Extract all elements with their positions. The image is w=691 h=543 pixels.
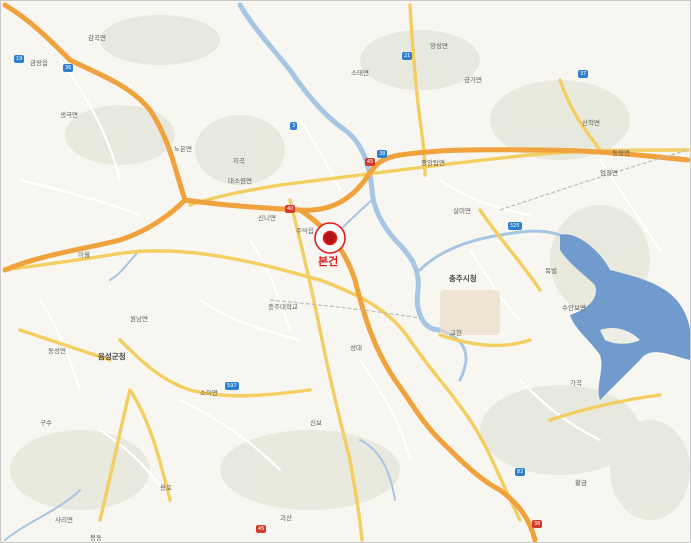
place-label-sinni: 신니면 bbox=[258, 214, 276, 222]
city-hall-label: 충주시청 bbox=[449, 274, 477, 283]
road-shield-nat: 82 bbox=[515, 468, 526, 476]
place-label-saemyeon: 산척면 bbox=[582, 119, 600, 127]
road-shield-nat: 525 bbox=[508, 222, 522, 230]
place-label-saengguk: 생극면 bbox=[60, 111, 78, 119]
urban-area-chungju bbox=[440, 290, 500, 335]
place-label-soi: 소이면 bbox=[200, 389, 218, 397]
place-label-seongdae: 성대 bbox=[350, 344, 362, 352]
place-label-gagok: 가곡 bbox=[570, 379, 582, 387]
place-label-gyohyeon: 교현 bbox=[450, 329, 462, 337]
road-shield-nat: 3 bbox=[290, 122, 298, 130]
place-label-hwanggeum: 황금 bbox=[575, 479, 587, 487]
place-label-eomjeong: 엄정면 bbox=[600, 169, 618, 177]
place-label-gwangsan: 괴산 bbox=[280, 514, 292, 522]
place-label-angseong: 앙성면 bbox=[430, 42, 448, 50]
place-label-dongnyang: 동량면 bbox=[612, 149, 630, 157]
road-shield-nat: 37 bbox=[578, 70, 589, 78]
road-shield-nat: 21 bbox=[402, 52, 413, 60]
map-base-layer bbox=[0, 0, 691, 543]
county-office-label: 음성군청 bbox=[98, 352, 126, 361]
place-label-jigi: 지곡 bbox=[233, 157, 245, 165]
place-label-dongseong: 동성면 bbox=[48, 347, 66, 355]
place-label-geumga: 금가면 bbox=[464, 76, 482, 84]
road-shield-nat: 597 bbox=[225, 382, 239, 390]
road-shield-ex: 45 bbox=[256, 525, 267, 533]
road-shield-ex: 40 bbox=[285, 205, 296, 213]
place-label-wonnam: 원남면 bbox=[130, 315, 148, 323]
place-label-gyeonggi: 금왕읍 bbox=[30, 59, 48, 67]
place-label-jungang: 중앙탑면 bbox=[421, 159, 445, 167]
place-label-daeso: 대소원면 bbox=[228, 177, 252, 185]
road-shield-nat: 19 bbox=[14, 55, 25, 63]
property-marker-label: 본건 bbox=[318, 255, 339, 268]
place-label-gusu: 구수 bbox=[40, 419, 52, 427]
place-label-ibo: 이월 bbox=[78, 251, 90, 259]
road-shield-nat: 38 bbox=[377, 150, 388, 158]
place-label-suanbo: 수안보면 bbox=[562, 304, 586, 312]
road-shield-ex: 45 bbox=[365, 158, 376, 166]
place-label-sahwa: 사리면 bbox=[55, 516, 73, 524]
road-shield-nat: 36 bbox=[63, 64, 74, 72]
road-shield-ex: 38 bbox=[532, 520, 543, 528]
place-label-sinbo: 신보 bbox=[310, 419, 322, 427]
place-label-juduk: 주덕읍 bbox=[296, 227, 314, 235]
map-canvas[interactable]: 소태면금가면중앙탑면대소원면신니면주덕읍 산척면살미면 앙성면노은면소이면 엄정면수안… bbox=[0, 0, 691, 543]
place-label-salmi: 살미면 bbox=[453, 207, 471, 215]
place-label-mokbo: 목벌 bbox=[545, 267, 557, 275]
place-label-sogm: 소태면 bbox=[351, 69, 369, 77]
place-label-gamgok: 감곡면 bbox=[88, 34, 106, 42]
place-label-bongdong: 봉동 bbox=[90, 534, 102, 542]
place-label-noeun: 노은면 bbox=[174, 145, 192, 153]
place-label-chungju_univ: 충주대학교 bbox=[268, 303, 298, 311]
place-label-yongpo: 용포 bbox=[160, 484, 172, 492]
